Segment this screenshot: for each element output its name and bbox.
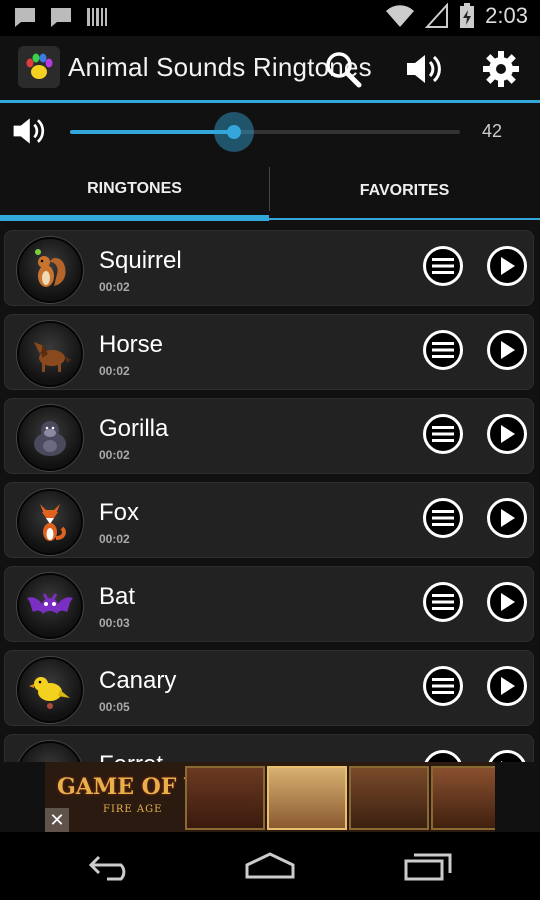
home-button[interactable]	[240, 846, 300, 886]
fox-icon	[17, 489, 83, 555]
volume-slider-fill	[70, 130, 234, 134]
recent-apps-icon	[404, 853, 452, 881]
menu-button[interactable]	[423, 666, 463, 706]
play-button[interactable]	[487, 246, 527, 286]
ad-portrait	[267, 766, 347, 830]
list-item[interactable]: Canary 00:05	[4, 650, 534, 726]
ringtone-name: Ferret	[99, 751, 163, 762]
volume-icon	[407, 55, 441, 83]
volume-button[interactable]	[400, 46, 446, 92]
tab-favorites[interactable]: FAVORITES	[270, 163, 539, 218]
ringtone-name: Horse	[99, 331, 164, 358]
menu-button[interactable]	[423, 498, 463, 538]
volume-row-icon	[10, 113, 46, 154]
clock: 2:03	[485, 3, 528, 28]
action-bar: Animal Sounds Ringtones	[0, 36, 540, 103]
ad-subtitle: FIRE AGE	[103, 804, 163, 815]
chat-icon	[51, 8, 71, 27]
search-icon	[326, 52, 362, 88]
play-button[interactable]	[487, 330, 527, 370]
ad-close-button[interactable]: ✕	[45, 808, 69, 832]
recent-apps-button[interactable]	[398, 846, 458, 886]
ad-portrait	[185, 766, 265, 830]
paw-app-icon[interactable]	[18, 46, 60, 88]
list-item[interactable]: Ferret	[4, 734, 534, 762]
play-icon	[501, 593, 515, 611]
menu-icon	[432, 594, 454, 610]
menu-button[interactable]	[423, 246, 463, 286]
ringtone-name: Bat	[99, 583, 136, 610]
play-icon	[501, 257, 515, 275]
ferret-icon	[17, 741, 83, 762]
horse-icon	[17, 321, 83, 387]
tab-bar: RINGTONES FAVORITES	[0, 163, 540, 221]
menu-icon	[432, 258, 454, 274]
bat-icon	[17, 573, 83, 639]
tab-ringtones[interactable]: RINGTONES	[0, 163, 269, 221]
list-item[interactable]: Squirrel 00:02	[4, 230, 534, 306]
list-item[interactable]: Fox 00:02	[4, 482, 534, 558]
volume-slider-thumb[interactable]	[213, 112, 254, 152]
ringtone-duration: 00:02	[99, 532, 130, 546]
ringtone-duration: 00:03	[99, 616, 130, 630]
gorilla-icon	[17, 405, 83, 471]
tab-underline	[0, 218, 540, 220]
ringtone-duration: 00:02	[99, 364, 130, 378]
ringtone-name: Gorilla	[99, 415, 169, 442]
ringtone-name: Canary	[99, 667, 177, 694]
play-button[interactable]	[487, 666, 527, 706]
list-item[interactable]: Gorilla 00:02	[4, 398, 534, 474]
wifi-icon	[386, 5, 415, 27]
menu-icon	[432, 678, 454, 694]
list-item[interactable]: Bat 00:03	[4, 566, 534, 642]
volume-row: 42	[0, 103, 540, 161]
ringtone-duration: 00:05	[99, 700, 130, 714]
battery-charging-icon	[460, 3, 475, 28]
play-button[interactable]	[487, 498, 527, 538]
play-icon	[501, 341, 515, 359]
list-item[interactable]: Horse 00:02	[4, 314, 534, 390]
menu-icon	[432, 342, 454, 358]
menu-icon	[432, 510, 454, 526]
volume-slider[interactable]	[70, 112, 460, 152]
chat-icon	[15, 8, 35, 27]
barcode-icon	[87, 8, 107, 26]
play-button[interactable]	[487, 750, 527, 762]
play-icon	[501, 761, 503, 762]
gear-icon	[483, 51, 519, 87]
menu-button[interactable]	[423, 330, 463, 370]
ringtone-name: Squirrel	[99, 247, 182, 274]
play-button[interactable]	[487, 414, 527, 454]
squirrel-icon	[17, 237, 83, 303]
ad-banner[interactable]: GAME OF WAR FIRE AGE ✕	[45, 762, 495, 832]
play-button[interactable]	[487, 582, 527, 622]
search-button[interactable]	[320, 46, 366, 92]
play-icon	[501, 677, 515, 695]
home-icon	[245, 852, 295, 879]
ringtone-duration: 00:02	[99, 448, 130, 462]
ad-portrait	[349, 766, 429, 830]
settings-button[interactable]	[478, 46, 524, 92]
menu-button[interactable]	[423, 414, 463, 454]
ringtone-name: Fox	[99, 499, 140, 526]
play-icon	[501, 425, 515, 443]
ad-portrait	[431, 766, 495, 830]
signal-icon	[425, 3, 449, 28]
ringtone-list[interactable]: Squirrel 00:02 Horse 00:02 Gorilla 00:02…	[0, 224, 540, 762]
volume-value: 42	[482, 121, 503, 141]
menu-button[interactable]	[423, 750, 463, 762]
canary-icon	[17, 657, 83, 723]
ringtone-duration: 00:02	[99, 280, 130, 294]
menu-button[interactable]	[423, 582, 463, 622]
status-bar: 2:03	[0, 0, 540, 36]
play-icon	[501, 509, 515, 527]
menu-icon	[432, 426, 454, 442]
navigation-bar	[0, 832, 540, 900]
back-icon	[88, 855, 126, 881]
back-button[interactable]	[82, 846, 142, 886]
